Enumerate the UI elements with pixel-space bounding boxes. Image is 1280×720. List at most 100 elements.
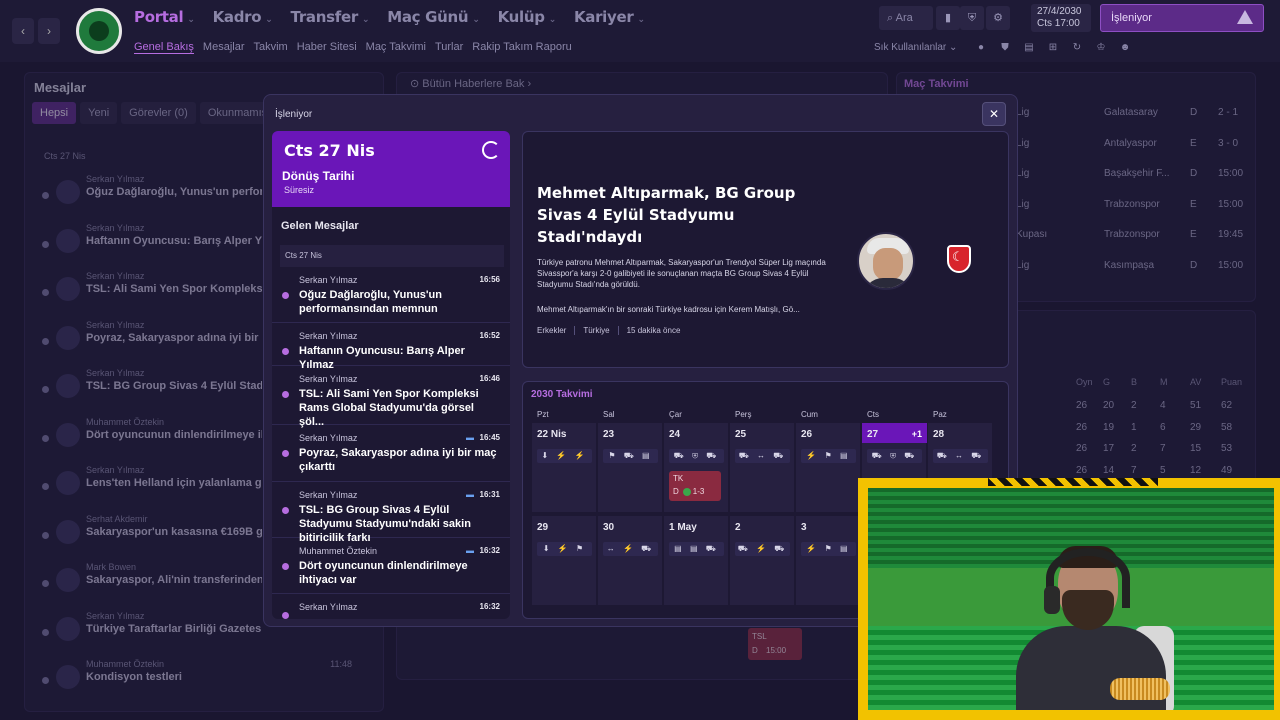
inbox-column: Cts 27 Nis Dönüş Tarihi Süresiz Gelen Me… xyxy=(272,131,510,619)
message-sender: Serkan Yılmaz xyxy=(86,319,145,330)
inbox-message[interactable]: Muhammet Öztekin 16:32 ▬ Dört oyuncunun din… xyxy=(272,538,510,594)
all-news-link[interactable]: ⊙ Bütün Haberlere Bak › xyxy=(398,73,888,95)
shirt-icon[interactable]: ⛊ xyxy=(998,42,1012,56)
fixture-row[interactable]: Lig Trabzonspor E 15:00 xyxy=(1016,199,1246,219)
refresh-icon[interactable]: ↻ xyxy=(1070,42,1084,56)
gear-icon[interactable]: ⚙ xyxy=(986,6,1010,30)
messages-title: Mesajlar xyxy=(34,80,87,95)
close-button[interactable]: ✕ xyxy=(982,102,1006,126)
fixture-venue: D xyxy=(1190,259,1198,271)
modal-title: İşleniyor xyxy=(275,109,313,120)
message-row[interactable]: Serkan Yılmaz Lens'ten Helland için yalan… xyxy=(36,463,264,509)
message-row[interactable]: Serhat Akdemir Sakaryaspor'un kasasına €1… xyxy=(36,512,264,558)
inbox-message[interactable]: Serkan Yılmaz 16:46 TSL: Ali Sami Yen Spor… xyxy=(272,366,510,428)
message-row[interactable]: Muhammet Öztekin Kondisyon testleri 11:48 xyxy=(36,657,352,703)
calendar-day[interactable]: 23 ⚑ ⛟ ▤ xyxy=(597,422,663,513)
news-headline: Mehmet Altıparmak, BG Group Sivas 4 Eylü… xyxy=(537,184,796,246)
table-header: B xyxy=(1131,377,1138,387)
inbox-message[interactable]: Serkan Yılmaz 16:45 ▬ Poyraz, Sakaryaspor a… xyxy=(272,425,510,482)
sender-avatar-icon xyxy=(56,228,80,253)
message-row[interactable]: Muhammet Öztekin Dört oyuncunun dinlendir… xyxy=(36,415,264,461)
message-row[interactable]: Serkan Yılmaz Poyraz, Sakaryaspor adına i… xyxy=(36,318,264,364)
back-button[interactable]: ‹ xyxy=(12,18,34,44)
nav-transfer[interactable]: Transfer ⌄ xyxy=(291,8,370,26)
match-result-chip[interactable]: TK D 1-3 xyxy=(669,471,721,501)
message-row[interactable]: Serkan Yılmaz Haftanın Oyuncusu: Barış Al… xyxy=(36,221,264,267)
message-subject: Sakaryaspor'un kasasına €169B girdi xyxy=(86,525,262,538)
people-icon[interactable]: ☻ xyxy=(1118,42,1132,56)
inbox-message[interactable]: Serkan Yılmaz 16:31 ▬ TSL: BG Group Sivas 4… xyxy=(272,482,510,544)
nav-kariyer[interactable]: Kariyer ⌄ xyxy=(574,8,645,26)
message-row[interactable]: Serkan Yılmaz Oğuz Dağlaroğlu, Yunus'un p… xyxy=(36,172,264,218)
nav-kadro[interactable]: Kadro ⌄ xyxy=(213,8,273,26)
fixture-venue: E xyxy=(1190,229,1197,240)
calendar-day[interactable]: 30 ↔ ⚡ ⛟ xyxy=(597,515,663,606)
continue-button[interactable]: İşleniyor xyxy=(1100,4,1264,32)
calendar-day[interactable]: 25 ⛟ ↔ ⛟ xyxy=(729,422,795,513)
nav-kulup[interactable]: Kulüp ⌄ xyxy=(498,8,557,26)
message-row[interactable]: Serkan Yılmaz TSL: Ali Sami Yen Spor Komp… xyxy=(36,269,264,315)
message-row[interactable]: Serkan Yılmaz TSL: BG Group Sivas 4 Eylül… xyxy=(36,366,264,412)
calendar-day-number: 24 xyxy=(669,429,681,440)
inbox-message[interactable]: Serkan Yılmaz 16:56 Oğuz Dağlaroğlu, Yunus… xyxy=(272,267,510,323)
table-cell: 5 xyxy=(1160,464,1166,476)
nav-portal[interactable]: Portal ⌄ xyxy=(134,8,195,26)
favorites-dropdown[interactable]: Sık Kullanılanlar ⌄ xyxy=(874,42,957,53)
fixture-row[interactable]: Kupası Trabzonspor E 19:45 xyxy=(1016,229,1246,249)
bg-match-chip[interactable]: TSL D 15:00 xyxy=(748,628,802,660)
shield-icon[interactable]: ⛨ xyxy=(960,6,984,30)
message-subject: Kondisyon testleri xyxy=(86,671,182,683)
message-row[interactable]: Serkan Yılmaz Türkiye Taraftarlar Birliği… xyxy=(36,609,264,655)
forward-button[interactable]: › xyxy=(38,18,60,44)
game-date: 27/4/2030 Cts 17:00 xyxy=(1031,4,1091,32)
extra-events-count: +1 xyxy=(911,429,922,439)
subnav-turlar[interactable]: Turlar xyxy=(435,41,463,54)
sender-avatar-icon xyxy=(56,568,80,592)
message-row[interactable]: Mark Bowen Sakaryaspor, Ali'nin transferi… xyxy=(36,560,264,606)
nav-mac-gunu[interactable]: Maç Günü ⌄ xyxy=(387,8,480,26)
inbox-sender: Serkan Yılmaz xyxy=(299,374,358,384)
filter-tasks[interactable]: Görevler (0) xyxy=(121,102,196,124)
trophy-icon[interactable]: ♔ xyxy=(1094,42,1108,56)
subnav-mesajlar[interactable]: Mesajlar xyxy=(203,41,245,54)
tactics-icon[interactable]: ⊞ xyxy=(1046,42,1060,56)
search-button[interactable]: ⌕ Ara xyxy=(879,6,933,30)
fixture-result: 15:00 xyxy=(1218,198,1244,210)
calendar-day[interactable]: 3 ⚡ ⚑ ▤ xyxy=(795,515,861,606)
subnav-rakip-raporu[interactable]: Rakip Takım Raporu xyxy=(472,41,571,54)
fixture-row[interactable]: Lig Kasımpaşa D 15:00 xyxy=(1016,260,1246,280)
filter-all[interactable]: Hepsi xyxy=(32,102,77,124)
calendar-day[interactable]: 29 ⬇ ⚡ ⚑ xyxy=(531,515,597,606)
calendar-day[interactable]: 1 May ▤ ▤ ⛟ xyxy=(663,515,729,606)
fixture-competition: Kupası xyxy=(1016,229,1048,240)
calendar-day[interactable]: 22 Nis ⬇ ⚡ ⚡ xyxy=(531,422,597,513)
message-sender: Serkan Yılmaz xyxy=(86,174,145,184)
subnav-takvim[interactable]: Takvim xyxy=(254,41,288,54)
sender-avatar-icon xyxy=(56,422,80,447)
fixture-row[interactable]: Lig Antalyaspor E 3 - 0 xyxy=(1016,138,1246,158)
sender-avatar-icon xyxy=(56,180,80,204)
inbox-message[interactable]: Serkan Yılmaz 16:32 xyxy=(272,594,510,619)
fixture-row[interactable]: Lig Galatasaray D 2 - 1 xyxy=(1016,107,1246,127)
calendar-day[interactable]: 2 ⛟ ⚡ ⛟ xyxy=(729,515,795,606)
subnav-mac-takvimi[interactable]: Maç Takvimi xyxy=(366,41,426,54)
subnav-haber-sitesi[interactable]: Haber Sitesi xyxy=(297,41,357,54)
message-filters: Hepsi Yeni Görevler (0) Okunmamış xyxy=(32,102,276,124)
inbox-subject: Dört oyuncunun dinlendirilmeye ihtiyacı … xyxy=(299,560,468,586)
chat-icon[interactable]: ● xyxy=(974,42,988,56)
bookmark-icon[interactable]: ▮ xyxy=(936,6,960,30)
club-crest[interactable] xyxy=(76,8,122,54)
unread-dot-icon xyxy=(282,507,289,514)
fixture-row[interactable]: Lig Başakşehir F... D 15:00 xyxy=(1016,168,1246,188)
unread-dot-icon xyxy=(282,450,289,457)
inbox-message[interactable]: Serkan Yılmaz 16:52 Haftanın Oyuncusu: Bar… xyxy=(272,323,510,371)
subnav-genel-bakis[interactable]: Genel Bakış xyxy=(134,41,194,54)
fixture-competition: Lig xyxy=(1016,198,1030,210)
calendar-day[interactable]: 24 ⛟ ⛨ ⛟ TK D 1-3 xyxy=(663,422,729,513)
clipboard-icon[interactable]: ▤ xyxy=(1022,42,1036,56)
calendar-day[interactable]: 26 ⚡ ⚑ ▤ xyxy=(795,422,861,513)
filter-new[interactable]: Yeni xyxy=(80,102,118,124)
webcam-video xyxy=(868,488,1274,710)
message-subject: Türkiye Taraftarlar Birliği Gazetesi muh… xyxy=(86,622,262,635)
news-card[interactable]: Mehmet Altıparmak, BG Group Sivas 4 Eylü… xyxy=(522,131,1009,368)
